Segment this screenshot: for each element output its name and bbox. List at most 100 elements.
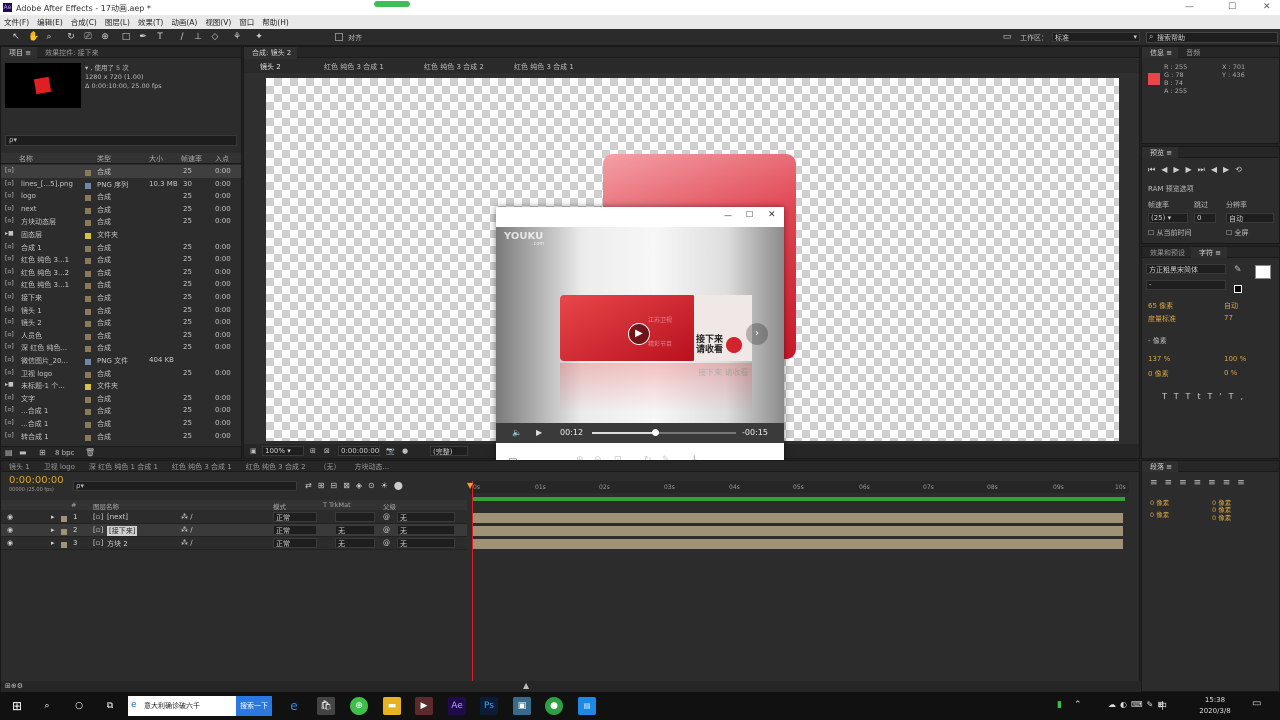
layer-trkmat-dropdown[interactable]: 无 xyxy=(335,538,375,548)
tab-timeline[interactable]: 深 红色 纯色 1 合成 1 xyxy=(81,461,164,472)
text-tool-icon[interactable]: T xyxy=(155,32,165,42)
project-item[interactable]: [▫] ...合成 1 合成 25 0:00 xyxy=(1,404,241,417)
pick-whip-icon[interactable]: @ xyxy=(383,513,390,521)
skip-dropdown[interactable]: 0 xyxy=(1194,213,1216,223)
interpret-footage-icon[interactable]: ▤ xyxy=(5,448,13,457)
player-minimize-icon[interactable]: — xyxy=(724,211,732,220)
taskbar-search-box[interactable]: 意大利确诊破六千 xyxy=(128,696,236,716)
project-item[interactable]: [▫] next 合成 25 0:00 xyxy=(1,203,241,216)
rotate-tool-icon[interactable]: ↻ xyxy=(66,32,76,42)
layer-bar-2[interactable] xyxy=(473,526,1123,536)
notifications-icon[interactable]: ▭ xyxy=(1252,698,1261,709)
visibility-eye-icon[interactable]: ◉ xyxy=(7,513,13,521)
menu-layer[interactable]: 图层(L) xyxy=(101,15,134,28)
breadcrumb-item[interactable]: 红色 纯色 3 合成 1 xyxy=(324,62,384,72)
menu-file[interactable]: 文件(F) xyxy=(0,15,33,28)
breadcrumb-item[interactable]: 红色 纯色 3 合成 1 xyxy=(514,62,574,72)
project-item[interactable]: [▫] 接下来 合成 25 0:00 xyxy=(1,291,241,304)
clone-tool-icon[interactable]: ⊥ xyxy=(193,32,203,42)
quality-dropdown[interactable]: (完整) xyxy=(430,446,468,456)
project-item[interactable]: [▫] 微信图片_20... PNG 文件 404 KB xyxy=(1,354,241,367)
tab-effect-controls[interactable]: 效果控件: 接下来 xyxy=(37,47,105,58)
taskbar-clock[interactable]: 15:38 xyxy=(1198,696,1232,704)
ime-indicator[interactable]: 中 xyxy=(1158,699,1167,712)
project-item[interactable]: [▫] 人员色 合成 25 0:00 xyxy=(1,329,241,342)
expand-chevron-icon[interactable]: ▸ xyxy=(51,539,55,547)
project-item[interactable]: [▫] 镜头 2 合成 25 0:00 xyxy=(1,316,241,329)
new-comp-icon[interactable]: ⊞ xyxy=(39,448,46,457)
tracking-value[interactable]: 77 xyxy=(1224,314,1233,322)
tab-project[interactable]: 项目 ≡ xyxy=(1,47,38,58)
ram-preview-label[interactable]: RAM 预览选项 xyxy=(1148,184,1194,194)
comp-timecode[interactable]: 0:00:00:00 xyxy=(338,446,380,456)
layer-parent-dropdown[interactable]: 无 xyxy=(397,512,455,522)
font-family-dropdown[interactable]: 方正粗黑宋简体 xyxy=(1146,264,1226,274)
battery-icon[interactable]: ▮ xyxy=(1057,700,1062,710)
layer-mode-dropdown[interactable]: 正常 xyxy=(273,538,317,548)
project-item[interactable]: [▫] 转合成 1 合成 25 0:00 xyxy=(1,430,241,443)
play-icon[interactable]: ▶ xyxy=(536,428,542,437)
breadcrumb-item[interactable]: 红色 纯色 3 合成 2 xyxy=(424,62,484,72)
pick-whip-icon[interactable]: @ xyxy=(383,526,390,534)
project-item[interactable]: [▫] 红色 纯色 3...1 合成 25 0:00 xyxy=(1,253,241,266)
tab-info[interactable]: 信息 ≡ xyxy=(1142,47,1179,58)
timeline-timecode[interactable]: 0:00:00:00 xyxy=(9,475,64,486)
tab-character[interactable]: 字符 ≡ xyxy=(1191,247,1228,258)
player-maximize-icon[interactable]: ☐ xyxy=(746,210,753,219)
project-item[interactable]: [▫] lines_[...5].png PNG 序列 10.3 MB 30 0:00 xyxy=(1,178,241,191)
project-item[interactable]: [▫] 卫视 logo 合成 25 0:00 xyxy=(1,367,241,380)
cortana-icon[interactable]: ○ xyxy=(70,697,88,715)
minimize-button[interactable]: — xyxy=(1185,2,1194,12)
leading-value[interactable]: 自动 xyxy=(1224,301,1238,311)
layer-parent-dropdown[interactable]: 无 xyxy=(397,525,455,535)
new-folder-icon[interactable]: ▬ xyxy=(19,448,27,457)
wechat-icon[interactable]: ● xyxy=(545,697,563,715)
col-name[interactable]: 名称 xyxy=(19,154,33,164)
taskbar-date[interactable]: 2020/3/8 xyxy=(1198,707,1232,715)
tray-chevron-icon[interactable]: ⌃ xyxy=(1074,700,1082,710)
vertical-scale-value[interactable]: 137 % xyxy=(1148,355,1170,363)
project-item[interactable]: [▫] ...合成 1 合成 25 0:00 xyxy=(1,417,241,430)
col-size[interactable]: 大小 xyxy=(149,154,163,164)
visibility-eye-icon[interactable]: ◉ xyxy=(7,539,13,547)
font-size-value[interactable]: 65 像素 xyxy=(1148,301,1173,311)
project-search-input[interactable]: ρ▾ xyxy=(5,135,237,146)
next-video-button[interactable]: › xyxy=(746,323,768,345)
text-style-buttons[interactable]: TTTtT'T, xyxy=(1162,392,1250,401)
zoom-tool-icon[interactable]: ⌕ xyxy=(44,32,54,42)
project-item[interactable]: [▫] 镜头 1 合成 25 0:00 xyxy=(1,304,241,317)
bpc-label[interactable]: 8 bpc xyxy=(55,449,74,457)
project-item[interactable]: [▫] 文字 合成 25 0:00 xyxy=(1,392,241,405)
menu-effect[interactable]: 效果(T) xyxy=(134,15,167,28)
tab-audio[interactable]: 音频 xyxy=(1178,47,1206,58)
video-frame[interactable]: YOUKU .com 江苏卫视 精彩节目 接下来 请收看 接下来 请收看 ▶ › xyxy=(496,227,784,423)
visibility-eye-icon[interactable]: ◉ xyxy=(7,526,13,534)
pick-whip-icon[interactable]: @ xyxy=(383,539,390,547)
tab-timeline[interactable]: 红色 纯色 3 合成 1 xyxy=(164,461,238,472)
fullscreen-checkbox[interactable]: ☐ 全屏 xyxy=(1226,228,1249,238)
expand-chevron-icon[interactable]: ▸ xyxy=(51,526,55,534)
layer-switches[interactable]: ⁂ ∕ xyxy=(181,539,193,547)
project-item[interactable]: [▫] 合成 1 合成 25 0:00 xyxy=(1,241,241,254)
font-style-dropdown[interactable]: - xyxy=(1146,280,1226,290)
alignment-buttons[interactable]: ≡≡≡≡≡≡≡ xyxy=(1150,478,1252,488)
tab-effects-presets[interactable]: 效果和预设 xyxy=(1142,247,1191,258)
tab-paragraph[interactable]: 段落 ≡ xyxy=(1142,461,1179,472)
grid-icon[interactable]: ⊠ xyxy=(324,447,330,455)
space-after-value[interactable]: 0 像素 xyxy=(1212,512,1231,522)
layer-bar-3[interactable] xyxy=(473,539,1123,549)
layer-switches[interactable]: ⁂ ∕ xyxy=(181,526,193,534)
stroke-color-swatch[interactable] xyxy=(1234,285,1242,293)
kerning-value[interactable]: 度量标准 xyxy=(1148,314,1176,324)
rectangle-tool-icon[interactable]: □ xyxy=(121,32,131,42)
tab-timeline[interactable]: 卫视 logo xyxy=(36,461,81,472)
fill-color-swatch[interactable] xyxy=(1255,265,1271,279)
layer-switches[interactable]: ⁂ ∕ xyxy=(181,513,193,521)
layer-name[interactable]: [接下来] xyxy=(107,526,138,536)
seek-handle[interactable] xyxy=(652,429,660,436)
layer-parent-dropdown[interactable]: 无 xyxy=(397,538,455,548)
tsume-value[interactable]: 0 % xyxy=(1224,369,1237,377)
project-item[interactable]: ▸■ 固态层 文件夹 xyxy=(1,228,241,241)
project-item[interactable]: [▫] 深 红色 纯色... 合成 25 0:00 xyxy=(1,341,241,354)
eyedropper-icon[interactable]: ✎ xyxy=(1234,265,1242,275)
